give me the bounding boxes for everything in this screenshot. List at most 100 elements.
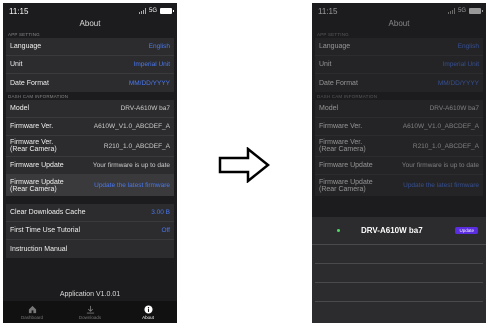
row-value: MM/DD/YYYY [437, 79, 479, 87]
row-value: A610W_V1.0_ABCDEF_A [93, 123, 170, 130]
device-update-sheet: DRV-A610W ba7 Update [312, 217, 486, 323]
about-screen-before: 11:15 5G About APP SETTING Language Engl… [3, 3, 177, 323]
row-label: Firmware Ver. [319, 123, 363, 130]
row-value: Your firmware is up to date [92, 162, 170, 169]
clear-cache-row[interactable]: Clear Downloads Cache 3.00 B [6, 204, 174, 222]
row-value: MM/DD/YYYY [128, 79, 170, 87]
app-setting-group: Language English Unit Imperial Unit Date… [315, 38, 483, 92]
firmware-ver-rear-row: Firmware Ver. (Rear Camera) R210_1.0_ABC… [6, 136, 174, 157]
misc-group: Clear Downloads Cache 3.00 B First Time … [6, 204, 174, 258]
row-label: Unit [10, 61, 23, 68]
home-icon [28, 305, 36, 313]
tab-label: About [142, 314, 154, 320]
model-row: Model DRV-A610W ba7 [6, 100, 174, 118]
section-dash-cam-info: DASH CAM INFORMATION [8, 93, 69, 99]
section-app-setting: APP SETTING [8, 31, 40, 37]
row-label: Firmware Ver. (Rear Camera) [10, 139, 57, 153]
row-value: A610W_V1.0_ABCDEF_A [402, 123, 479, 130]
language-row[interactable]: Language English [6, 38, 174, 56]
row-label: Date Format [319, 79, 358, 87]
tab-bar: Dashboard Downloads About [3, 301, 177, 323]
row-label: Firmware Update (Rear Camera) [319, 178, 373, 193]
tab-about[interactable]: About [119, 301, 177, 323]
network-label: 5G [148, 8, 157, 14]
empty-row [315, 245, 483, 264]
row-value: 3.00 B [151, 209, 170, 216]
device-name: DRV-A610W ba7 [361, 226, 423, 235]
row-value: R210_1.0_ABCDEF_A [412, 142, 479, 150]
connected-dot-icon [337, 229, 340, 232]
about-screen-after: 11:15 5G About APP SETTING Language Engl… [312, 3, 486, 323]
row-label: Firmware Update (Rear Camera) [10, 178, 64, 193]
firmware-ver-row: Firmware Ver. A610W_V1.0_ABCDEF_A [315, 118, 483, 136]
empty-row [315, 283, 483, 302]
row-label: Firmware Ver. (Rear Camera) [319, 139, 366, 153]
row-value: English [457, 43, 479, 50]
row-label: Language [319, 43, 351, 50]
firmware-update-row[interactable]: Firmware Update Your firmware is up to d… [315, 157, 483, 175]
tab-dashboard[interactable]: Dashboard [3, 301, 61, 323]
row-value: Your firmware is up to date [401, 162, 479, 169]
page-title: About [79, 19, 101, 28]
row-value: English [148, 43, 170, 50]
row-value: Update the latest firmware [94, 182, 170, 189]
row-label: Language [10, 43, 42, 50]
row-label: Instruction Manual [10, 245, 68, 253]
status-bar: 11:15 5G [312, 3, 486, 19]
row-value: Off [161, 227, 170, 234]
row-label: Unit [319, 61, 332, 68]
battery-icon [469, 8, 483, 14]
row-value: DRV-A610W ba7 [120, 105, 170, 112]
signal-icon [447, 8, 455, 14]
row-value: R210_1.0_ABCDEF_A [103, 142, 170, 150]
row-value: Imperial Unit [442, 61, 479, 68]
row-label: Firmware Update [10, 162, 64, 169]
row-label: Model [319, 105, 339, 112]
section-dash-cam-info: DASH CAM INFORMATION [317, 93, 378, 99]
battery-icon [160, 8, 174, 14]
manual-row[interactable]: Instruction Manual [6, 240, 174, 258]
row-label: First Time Use Tutorial [10, 227, 81, 234]
firmware-ver-rear-row: Firmware Ver. (Rear Camera) R210_1.0_ABC… [315, 136, 483, 157]
update-button[interactable]: Update [455, 227, 478, 234]
unit-row[interactable]: Unit Imperial Unit [6, 56, 174, 74]
firmware-update-rear-row[interactable]: Firmware Update (Rear Camera) Update the… [315, 175, 483, 196]
network-label: 5G [457, 8, 466, 14]
row-value: Update the latest firmware [403, 182, 479, 189]
row-label: Firmware Ver. [10, 123, 54, 130]
app-version: Application V1.0.01 [59, 291, 121, 298]
page-title: About [388, 19, 410, 28]
arrow-right-icon [218, 147, 270, 183]
device-row[interactable]: DRV-A610W ba7 Update [312, 217, 486, 245]
row-value: Imperial Unit [133, 61, 170, 68]
firmware-ver-row: Firmware Ver. A610W_V1.0_ABCDEF_A [6, 118, 174, 136]
row-label: Date Format [10, 79, 49, 87]
firmware-update-row[interactable]: Firmware Update Your firmware is up to d… [6, 157, 174, 175]
model-row: Model DRV-A610W ba7 [315, 100, 483, 118]
tab-label: Downloads [78, 314, 102, 320]
firmware-update-rear-row[interactable]: Firmware Update (Rear Camera) Update the… [6, 175, 174, 196]
row-label: Firmware Update [319, 162, 373, 169]
dash-cam-info-group: Model DRV-A610W ba7 Firmware Ver. A610W_… [6, 100, 174, 196]
info-icon [143, 304, 153, 314]
signal-icon [138, 8, 146, 14]
status-bar: 11:15 5G [3, 3, 177, 19]
empty-row [315, 264, 483, 283]
row-label: Model [10, 105, 30, 112]
row-label: Clear Downloads Cache [10, 209, 86, 216]
date-format-row[interactable]: Date Format MM/DD/YYYY [315, 74, 483, 92]
section-app-setting: APP SETTING [317, 31, 349, 37]
status-time: 11:15 [9, 6, 29, 16]
background-content: 11:15 5G About APP SETTING Language Engl… [312, 3, 486, 196]
row-value: DRV-A610W ba7 [429, 105, 479, 112]
date-format-row[interactable]: Date Format MM/DD/YYYY [6, 74, 174, 92]
status-time: 11:15 [318, 6, 338, 16]
unit-row[interactable]: Unit Imperial Unit [315, 56, 483, 74]
tutorial-row[interactable]: First Time Use Tutorial Off [6, 222, 174, 240]
tab-label: Dashboard [20, 314, 43, 320]
download-icon [86, 305, 94, 314]
tab-downloads[interactable]: Downloads [61, 301, 119, 323]
language-row[interactable]: Language English [315, 38, 483, 56]
app-setting-group: Language English Unit Imperial Unit Date… [6, 38, 174, 92]
dash-cam-info-group: Model DRV-A610W ba7 Firmware Ver. A610W_… [315, 100, 483, 196]
